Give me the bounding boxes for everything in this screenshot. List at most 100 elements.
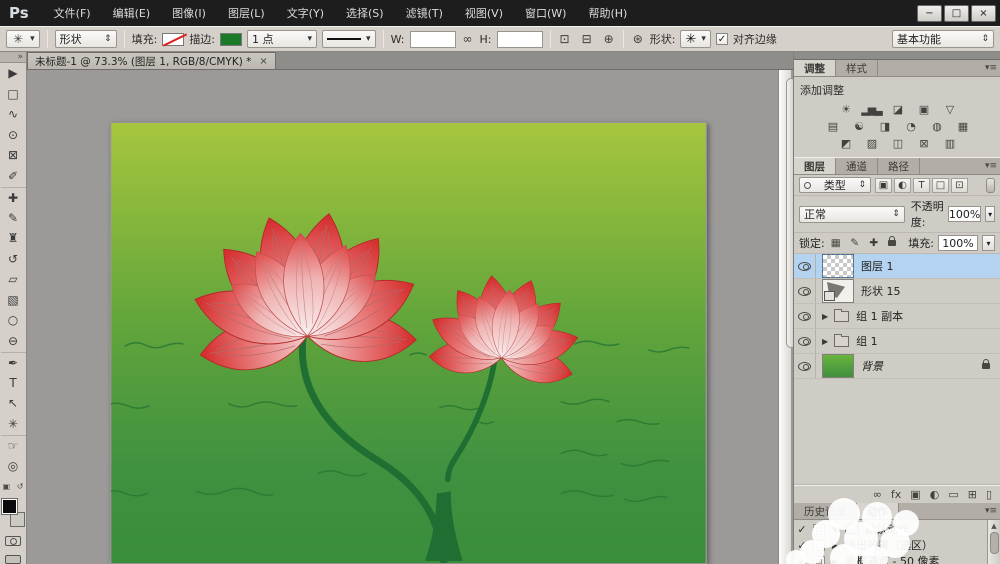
fill-color-swatch[interactable] bbox=[162, 33, 184, 46]
menu-item[interactable]: 帮助(H) bbox=[577, 0, 638, 26]
fill-dropdown-button[interactable]: ▾ bbox=[982, 235, 995, 251]
visibility-toggle[interactable] bbox=[794, 304, 816, 328]
menu-item[interactable]: 编辑(E) bbox=[102, 0, 162, 26]
add-layer-mask-icon[interactable]: ▣ bbox=[910, 488, 920, 501]
window-control-button[interactable]: × bbox=[971, 5, 996, 22]
menu-item[interactable]: 文字(Y) bbox=[276, 0, 335, 26]
canvas-vertical-scrollbar[interactable] bbox=[778, 70, 791, 564]
window-control-button[interactable]: □ bbox=[944, 5, 969, 22]
pen-tool[interactable]: ✒ bbox=[1, 352, 26, 373]
swap-colors-icon[interactable]: ↺ bbox=[17, 482, 24, 491]
type-tool[interactable]: T bbox=[1, 373, 26, 394]
fill-value[interactable]: 100% bbox=[938, 235, 978, 251]
quick-mask-button[interactable] bbox=[5, 536, 21, 546]
canvas-document[interactable] bbox=[110, 122, 707, 564]
path-arrange-icon[interactable]: ⊕ bbox=[602, 32, 616, 46]
collapse-toolbar-button[interactable]: » bbox=[0, 52, 26, 63]
new-adjustment-layer-icon[interactable]: ◐ bbox=[930, 488, 940, 501]
panel-menu-icon[interactable]: ▾≡ bbox=[985, 161, 997, 171]
eyedropper-tool[interactable]: ✐ bbox=[1, 166, 26, 187]
screen-mode-button[interactable] bbox=[5, 555, 21, 564]
filter-adjustment-icon[interactable]: ◐ bbox=[894, 178, 911, 193]
link-layers-icon[interactable]: ∞ bbox=[873, 488, 882, 501]
shape-height-input[interactable] bbox=[497, 31, 543, 48]
tool-preset-picker[interactable]: ✳ ▾ bbox=[6, 30, 40, 48]
move-tool[interactable]: ▶ bbox=[1, 63, 26, 84]
history-brush-tool[interactable]: ↺ bbox=[1, 249, 26, 270]
layer-thumbnail[interactable] bbox=[822, 354, 854, 378]
healing-brush-tool[interactable]: ✚ bbox=[1, 187, 26, 208]
exposure-icon[interactable]: ▣ bbox=[915, 102, 932, 116]
color-swatches[interactable] bbox=[1, 499, 26, 527]
lock-all-icon[interactable] bbox=[885, 237, 899, 250]
hand-tool[interactable]: ☞ bbox=[1, 435, 26, 456]
photo-filter-icon[interactable]: ◔ bbox=[902, 119, 919, 133]
opacity-value[interactable]: 100% bbox=[948, 206, 981, 222]
foreground-color-swatch[interactable] bbox=[2, 499, 17, 514]
gradient-tool[interactable]: ▧ bbox=[1, 290, 26, 311]
color-lookup-icon[interactable]: ▦ bbox=[954, 119, 971, 133]
color-balance-icon[interactable]: ☯ bbox=[850, 119, 867, 133]
filter-shape-icon[interactable]: □ bbox=[932, 178, 949, 193]
shape-picker[interactable]: ✳ ▾ bbox=[680, 30, 710, 48]
layer-thumbnail[interactable] bbox=[822, 279, 854, 303]
menu-item[interactable]: 文件(F) bbox=[43, 0, 102, 26]
zoom-tool[interactable]: ◎ bbox=[1, 456, 26, 477]
filter-type-select[interactable]: 类型 ⇕ bbox=[799, 177, 871, 193]
layer-row-shape15[interactable]: ▶ 形状 15 bbox=[794, 279, 1000, 304]
custom-shape-tool[interactable]: ✳ bbox=[1, 414, 26, 435]
layer-thumbnail[interactable] bbox=[834, 311, 849, 322]
scroll-up-icon[interactable]: ▲ bbox=[991, 522, 996, 530]
visibility-toggle[interactable] bbox=[794, 279, 816, 303]
link-dimensions-icon[interactable]: ∞ bbox=[461, 32, 475, 46]
layer-thumbnail[interactable] bbox=[834, 336, 849, 347]
clone-stamp-tool[interactable]: ♜ bbox=[1, 228, 26, 249]
eraser-tool[interactable]: ▱ bbox=[1, 269, 26, 290]
gradient-map-icon[interactable]: ▥ bbox=[941, 136, 958, 150]
lock-pixels-icon[interactable]: ✎ bbox=[848, 237, 862, 250]
close-icon[interactable]: × bbox=[259, 56, 267, 67]
black-white-icon[interactable]: ◨ bbox=[876, 119, 893, 133]
tab-paths[interactable]: 路径 bbox=[878, 158, 920, 174]
visibility-toggle[interactable] bbox=[794, 329, 816, 353]
document-tab[interactable]: 未标题-1 @ 73.3% (图层 1, RGB/8/CMYK) * × bbox=[27, 52, 276, 69]
stroke-width-select[interactable]: 1 点 ▾ bbox=[247, 30, 317, 48]
menu-item[interactable]: 选择(S) bbox=[335, 0, 395, 26]
lock-transparency-icon[interactable]: ▦ bbox=[829, 237, 843, 250]
hue-saturation-icon[interactable]: ▤ bbox=[824, 119, 841, 133]
menu-item[interactable]: 图像(I) bbox=[161, 0, 217, 26]
tab-channels[interactable]: 通道 bbox=[836, 158, 878, 174]
curves-icon[interactable]: ◪ bbox=[889, 102, 906, 116]
panel-menu-icon[interactable]: ▾≡ bbox=[985, 63, 997, 73]
group-expander-icon[interactable]: ▶ bbox=[822, 337, 828, 346]
posterize-icon[interactable]: ▨ bbox=[863, 136, 880, 150]
gear-icon[interactable]: ⊛ bbox=[631, 32, 645, 46]
channel-mixer-icon[interactable]: ◍ bbox=[928, 119, 945, 133]
path-align-icon[interactable]: ⊟ bbox=[580, 32, 594, 46]
blur-tool[interactable]: ○ bbox=[1, 310, 26, 331]
filter-pixel-icon[interactable]: ▣ bbox=[875, 178, 892, 193]
action-check-icon[interactable]: ✓ bbox=[796, 523, 808, 536]
stroke-color-swatch[interactable] bbox=[220, 33, 242, 46]
group-expander-icon[interactable]: ▶ bbox=[822, 312, 828, 321]
vibrance-icon[interactable]: ▽ bbox=[941, 102, 958, 116]
lock-position-icon[interactable]: ✚ bbox=[867, 237, 881, 250]
menu-item[interactable]: 视图(V) bbox=[454, 0, 514, 26]
blend-mode-select[interactable]: 正常 ⇕ bbox=[799, 206, 905, 223]
menu-item[interactable]: 图层(L) bbox=[217, 0, 276, 26]
dodge-tool[interactable]: ⊖ bbox=[1, 331, 26, 352]
new-layer-icon[interactable]: ⊞ bbox=[968, 488, 977, 501]
marquee-tool[interactable]: □ bbox=[1, 84, 26, 105]
levels-icon[interactable]: ▂▅▃ bbox=[863, 102, 880, 116]
brightness-contrast-icon[interactable]: ☀ bbox=[837, 102, 854, 116]
invert-icon[interactable]: ◩ bbox=[837, 136, 854, 150]
path-selection-tool[interactable]: ↖ bbox=[1, 393, 26, 414]
lasso-tool[interactable]: ∿ bbox=[1, 104, 26, 125]
menu-item[interactable]: 滤镜(T) bbox=[395, 0, 454, 26]
tab-layers[interactable]: 图层 bbox=[794, 158, 836, 174]
panel-menu-icon[interactable]: ▾≡ bbox=[985, 506, 997, 516]
filter-smart-object-icon[interactable]: ⊡ bbox=[951, 178, 968, 193]
new-group-icon[interactable]: ▭ bbox=[948, 488, 958, 501]
opacity-dropdown-button[interactable]: ▾ bbox=[985, 206, 995, 222]
tab-styles[interactable]: 样式 bbox=[836, 60, 878, 76]
